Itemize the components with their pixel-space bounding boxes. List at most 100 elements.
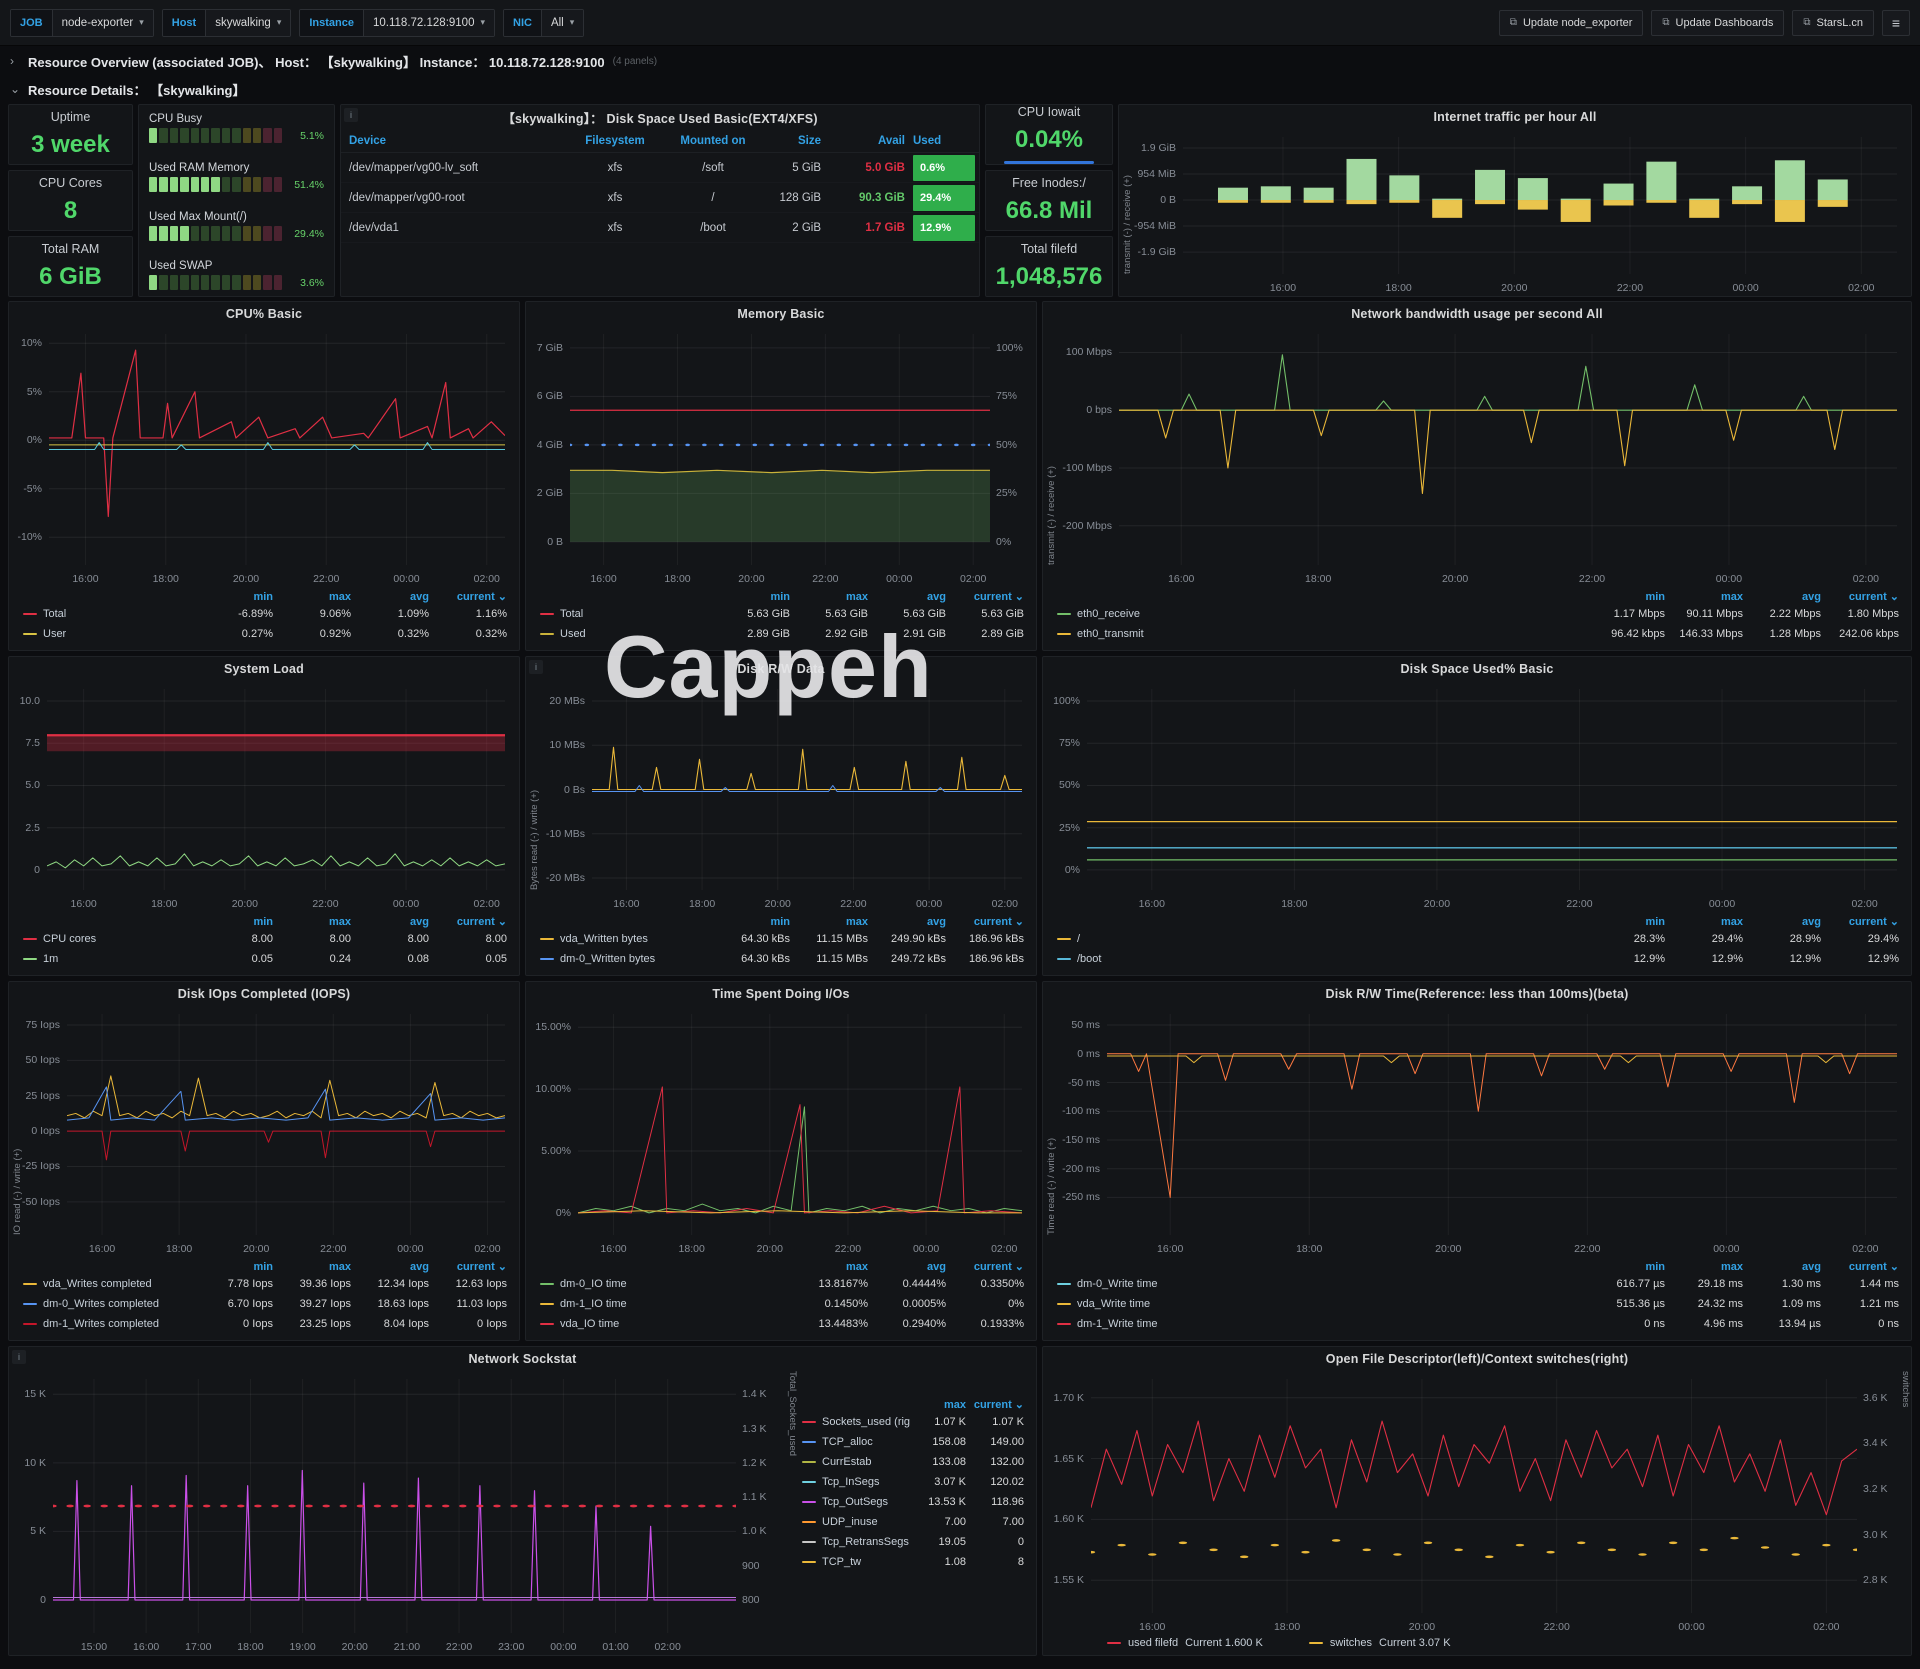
variable-nic[interactable]: NICAll▾ bbox=[503, 9, 584, 37]
legend-series-dm-1-Writes-completed[interactable]: dm-1_Writes completed bbox=[23, 1314, 197, 1334]
legend-series-Tcp-InSegs[interactable]: Tcp_InSegs bbox=[802, 1472, 910, 1492]
variable-value-dropdown[interactable]: All▾ bbox=[542, 10, 583, 36]
legend-col-avg[interactable]: avg bbox=[870, 590, 948, 604]
legend-col-current[interactable]: current ⌄ bbox=[948, 589, 1026, 604]
legend-col-current[interactable]: current ⌄ bbox=[948, 1259, 1026, 1274]
legend-series-TCP-alloc[interactable]: TCP_alloc bbox=[802, 1432, 910, 1452]
legend-col-current[interactable]: current ⌄ bbox=[1823, 1259, 1901, 1274]
legend-series--[interactable]: / bbox=[1057, 929, 1589, 949]
panel-title-open_fd[interactable]: Open File Descriptor(left)/Context switc… bbox=[1043, 1347, 1911, 1371]
legend-col-avg[interactable]: avg bbox=[870, 1260, 948, 1274]
legend-col-current[interactable]: current ⌄ bbox=[431, 1259, 509, 1274]
legend-col-min[interactable]: min bbox=[197, 590, 275, 604]
variable-value-dropdown[interactable]: 10.118.72.128:9100▾ bbox=[364, 10, 494, 36]
legend-col-min[interactable]: min bbox=[197, 915, 275, 929]
legend-series-User[interactable]: User bbox=[23, 624, 197, 644]
panel-title-traffic[interactable]: Internet traffic per hour All bbox=[1119, 105, 1911, 129]
legend-col-min[interactable]: min bbox=[714, 915, 792, 929]
legend-item-switches[interactable]: switchesCurrent 3.07 K bbox=[1309, 1637, 1451, 1649]
legend-col-max[interactable]: max bbox=[792, 1260, 870, 1274]
legend-series-1m[interactable]: 1m bbox=[23, 949, 197, 969]
variable-value-dropdown[interactable]: node-exporter▾ bbox=[53, 10, 153, 36]
row-resource-overview[interactable]: › Resource Overview (associated JOB)、 Ho… bbox=[0, 46, 1920, 76]
legend-col-max[interactable]: max bbox=[275, 915, 353, 929]
table-column-filesystem[interactable]: Filesystem bbox=[567, 135, 663, 147]
variable-instance[interactable]: Instance10.118.72.128:9100▾ bbox=[299, 9, 495, 37]
nav-button-update-dashboards[interactable]: ⧉Update Dashboards bbox=[1651, 10, 1784, 36]
panel-title-rw_time[interactable]: Disk R/W Time(Reference: less than 100ms… bbox=[1043, 982, 1911, 1006]
legend-col-min[interactable]: min bbox=[1589, 1260, 1667, 1274]
legend-col-current[interactable]: current ⌄ bbox=[968, 1397, 1026, 1412]
legend-col-avg[interactable]: avg bbox=[1745, 915, 1823, 929]
nav-button-starsl-cn[interactable]: ⧉StarsL.cn bbox=[1792, 10, 1874, 36]
legend-col-min[interactable]: min bbox=[197, 1260, 275, 1274]
legend-series-eth0-receive[interactable]: eth0_receive bbox=[1057, 604, 1589, 624]
panel-title-time_spent[interactable]: Time Spent Doing I/Os bbox=[526, 982, 1036, 1006]
panel-title-memory[interactable]: Memory Basic bbox=[526, 302, 1036, 326]
legend-series-Total[interactable]: Total bbox=[540, 604, 714, 624]
legend-series-Tcp-RetransSegs[interactable]: Tcp_RetransSegs bbox=[802, 1532, 910, 1552]
legend-col-max[interactable]: max bbox=[1667, 590, 1745, 604]
legend-series-vda-Written-bytes[interactable]: vda_Written bytes bbox=[540, 929, 714, 949]
variable-host[interactable]: Hostskywalking▾ bbox=[162, 9, 292, 37]
legend-col-avg[interactable]: avg bbox=[1745, 590, 1823, 604]
legend-col-max[interactable]: max bbox=[1667, 915, 1745, 929]
legend-col-avg[interactable]: avg bbox=[1745, 1260, 1823, 1274]
legend-series-dm-0-Written-bytes[interactable]: dm-0_Written bytes bbox=[540, 949, 714, 969]
legend-col-min[interactable]: min bbox=[1589, 590, 1667, 604]
table-column-device[interactable]: Device bbox=[349, 135, 567, 147]
panel-title-disk_iops[interactable]: Disk IOps Completed (IOPS) bbox=[9, 982, 519, 1006]
legend-series-Used[interactable]: Used bbox=[540, 624, 714, 644]
legend-item-used-filefd[interactable]: used filefdCurrent 1.600 K bbox=[1107, 1637, 1263, 1649]
legend-col-max[interactable]: max bbox=[792, 915, 870, 929]
legend-col-max[interactable]: max bbox=[275, 1260, 353, 1274]
legend-col-current[interactable]: current ⌄ bbox=[431, 589, 509, 604]
panel-title-disk-table[interactable]: 【skywalking】： Disk Space Used Basic(EXT4… bbox=[341, 105, 979, 129]
legend-series-dm-0-Writes-completed[interactable]: dm-0_Writes completed bbox=[23, 1294, 197, 1314]
panel-title-cpu_basic[interactable]: CPU% Basic bbox=[9, 302, 519, 326]
table-column-size[interactable]: Size bbox=[763, 135, 829, 147]
row-resource-details[interactable]: ⌄ Resource Details： 【skywalking】 bbox=[0, 76, 1920, 102]
legend-col-max[interactable]: max bbox=[910, 1398, 968, 1412]
legend-col-current[interactable]: current ⌄ bbox=[431, 914, 509, 929]
legend-series-CPU-cores[interactable]: CPU cores bbox=[23, 929, 197, 949]
legend-series-Tcp-OutSegs[interactable]: Tcp_OutSegs bbox=[802, 1492, 910, 1512]
legend-series-Sockets-used-right-y-[interactable]: Sockets_used (right-y) bbox=[802, 1412, 910, 1432]
table-column-avail[interactable]: Avail bbox=[829, 135, 913, 147]
legend-series-TCP-tw[interactable]: TCP_tw bbox=[802, 1552, 910, 1572]
variable-value-dropdown[interactable]: skywalking▾ bbox=[206, 10, 290, 36]
legend-col-current[interactable]: current ⌄ bbox=[1823, 914, 1901, 929]
legend-series-vda-Writes-completed[interactable]: vda_Writes completed bbox=[23, 1274, 197, 1294]
menu-button[interactable]: ≡ bbox=[1882, 10, 1910, 36]
table-column-used[interactable]: Used bbox=[913, 135, 975, 147]
legend-col-min[interactable]: min bbox=[1589, 915, 1667, 929]
legend-col-current[interactable]: current ⌄ bbox=[948, 914, 1026, 929]
variable-job[interactable]: JOBnode-exporter▾ bbox=[10, 9, 154, 37]
legend-col-max[interactable]: max bbox=[275, 590, 353, 604]
legend-series-dm-0-Write-time[interactable]: dm-0_Write time bbox=[1057, 1274, 1589, 1294]
legend-col-current[interactable]: current ⌄ bbox=[1823, 589, 1901, 604]
panel-title-network[interactable]: Network bandwidth usage per second All bbox=[1043, 302, 1911, 326]
table-column-mounted-on[interactable]: Mounted on bbox=[663, 135, 763, 147]
panel-title-system_load[interactable]: System Load bbox=[9, 657, 519, 681]
legend-col-avg[interactable]: avg bbox=[870, 915, 948, 929]
legend-col-max[interactable]: max bbox=[792, 590, 870, 604]
legend-series-eth0-transmit[interactable]: eth0_transmit bbox=[1057, 624, 1589, 644]
legend-col-min[interactable]: min bbox=[714, 590, 792, 604]
panel-title-disk_space[interactable]: Disk Space Used% Basic bbox=[1043, 657, 1911, 681]
legend-col-avg[interactable]: avg bbox=[353, 915, 431, 929]
legend-series-UDP-inuse[interactable]: UDP_inuse bbox=[802, 1512, 910, 1532]
legend-series-dm-1-IO-time[interactable]: dm-1_IO time bbox=[540, 1294, 792, 1314]
panel-title-sockstat[interactable]: Network Sockstat bbox=[9, 1347, 1036, 1371]
nav-button-update-node-exporter[interactable]: ⧉Update node_exporter bbox=[1499, 10, 1644, 36]
legend-col-max[interactable]: max bbox=[1667, 1260, 1745, 1274]
legend-series--boot[interactable]: /boot bbox=[1057, 949, 1589, 969]
legend-series-vda-Write-time[interactable]: vda_Write time bbox=[1057, 1294, 1589, 1314]
legend-series-dm-1-Write-time[interactable]: dm-1_Write time bbox=[1057, 1314, 1589, 1334]
panel-title-disk_rw[interactable]: Disk R/W Data bbox=[526, 657, 1036, 681]
legend-series-Total[interactable]: Total bbox=[23, 604, 197, 624]
legend-series-vda-IO-time[interactable]: vda_IO time bbox=[540, 1314, 792, 1334]
legend-col-avg[interactable]: avg bbox=[353, 590, 431, 604]
legend-series-CurrEstab[interactable]: CurrEstab bbox=[802, 1452, 910, 1472]
legend-col-avg[interactable]: avg bbox=[353, 1260, 431, 1274]
